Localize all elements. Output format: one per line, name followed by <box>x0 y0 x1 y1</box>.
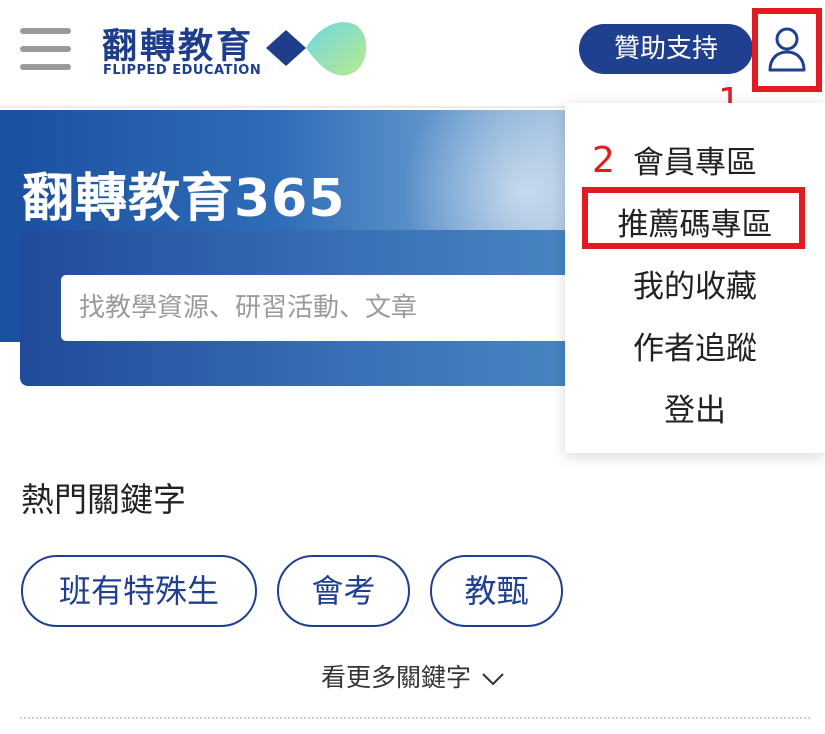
user-account-button[interactable] <box>752 8 822 92</box>
logo-text-en: FLIPPED EDUCATION <box>103 63 262 78</box>
user-icon <box>768 27 806 72</box>
see-more-keywords-link[interactable]: 看更多關鍵字 <box>321 658 505 694</box>
banner-title: 翻轉教育365 <box>22 169 346 229</box>
keyword-chip[interactable]: 班有特殊生 <box>21 555 257 627</box>
menu-item-author-follow[interactable]: 作者追蹤 <box>565 323 825 368</box>
site-logo[interactable]: 翻轉教育 FLIPPED EDUCATION <box>102 18 372 82</box>
menu-item-my-favorites[interactable]: 我的收藏 <box>565 261 825 306</box>
logo-text-zh: 翻轉教育 <box>102 27 255 67</box>
hamburger-menu-icon[interactable] <box>20 28 72 70</box>
top-header: 翻轉教育 FLIPPED EDUCATION 贊助支持 <box>0 0 825 108</box>
see-more-label: 看更多關鍵字 <box>321 663 472 692</box>
hot-keywords-title: 熱門關鍵字 <box>21 480 186 519</box>
menu-item-referral-code[interactable]: 推薦碼專區 <box>565 199 825 244</box>
keyword-chip[interactable]: 會考 <box>277 555 410 627</box>
sponsor-button[interactable]: 贊助支持 <box>579 24 753 74</box>
menu-item-logout[interactable]: 登出 <box>565 385 825 430</box>
chevron-down-icon <box>482 673 504 686</box>
search-input[interactable] <box>61 275 621 341</box>
keyword-chip[interactable]: 教甄 <box>430 555 563 627</box>
section-divider <box>20 717 810 719</box>
logo-mark-icon <box>266 22 367 76</box>
annotation-number-2: 2 <box>592 140 615 181</box>
